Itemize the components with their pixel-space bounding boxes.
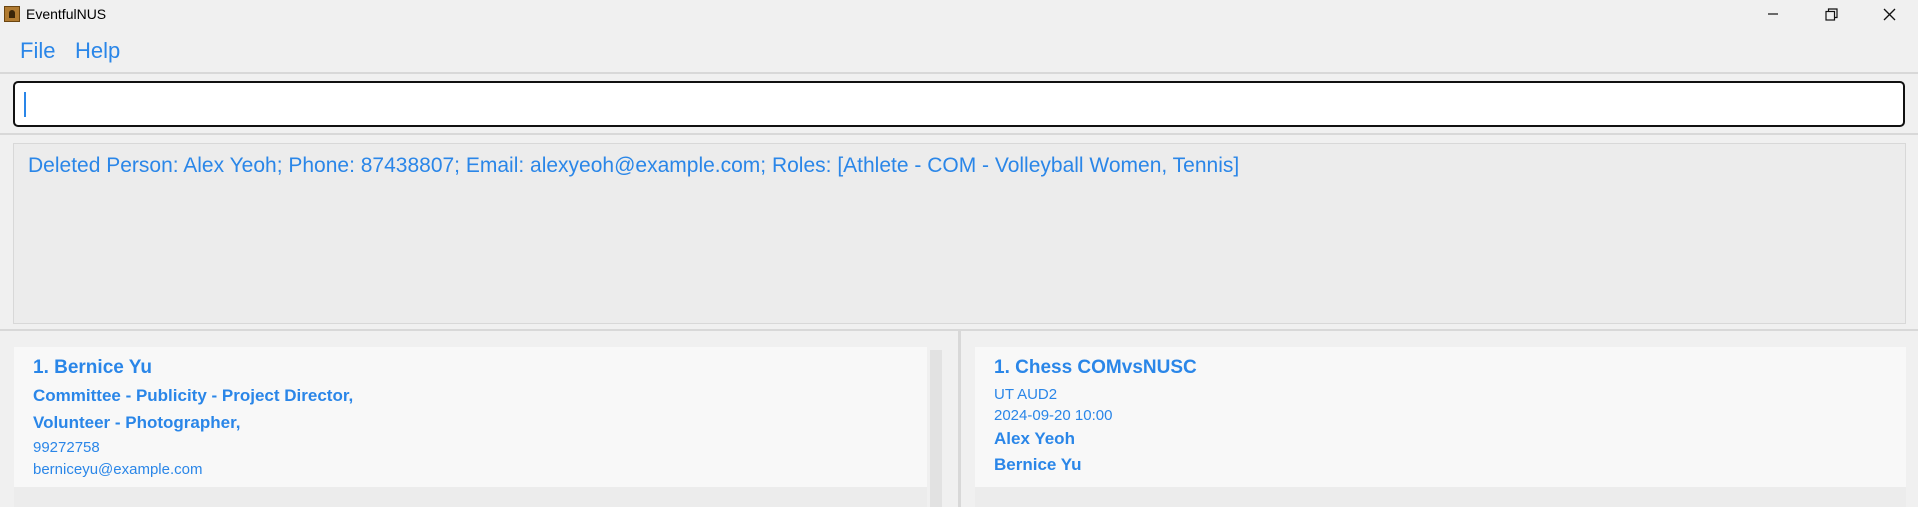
person-role: Committee - Publicity - Project Director…: [33, 386, 354, 405]
text-caret: [24, 92, 26, 117]
event-datetime: 2024-09-20 10:00: [994, 407, 1113, 424]
person-card[interactable]: 1. Bernice Yu Committee - Publicity - Pr…: [14, 347, 927, 507]
next-card-edge: [975, 487, 1906, 507]
restore-button[interactable]: [1802, 0, 1860, 28]
window-title: EventfulNUS: [26, 6, 107, 22]
result-message: Deleted Person: Alex Yeoh; Phone: 874388…: [28, 154, 1240, 177]
minimize-icon: [1768, 13, 1778, 15]
title-bar: EventfulNUS: [0, 0, 1918, 28]
event-card[interactable]: 1. Chess COMvsNUSC UT AUD2 2024-09-20 10…: [975, 347, 1906, 507]
event-participant: Bernice Yu: [994, 455, 1082, 474]
event-name: 1. Chess COMvsNUSC: [994, 357, 1197, 378]
event-list-panel: 1. Chess COMvsNUSC UT AUD2 2024-09-20 10…: [961, 333, 1918, 507]
restore-icon: [1824, 7, 1838, 21]
person-phone: 99272758: [33, 439, 100, 456]
app-icon: [4, 6, 20, 22]
separator: [0, 133, 1918, 135]
event-venue: UT AUD2: [994, 386, 1058, 403]
person-list-panel: 1. Bernice Yu Committee - Publicity - Pr…: [0, 333, 958, 507]
command-input[interactable]: [13, 81, 1905, 127]
result-display: Deleted Person: Alex Yeoh; Phone: 874388…: [13, 143, 1906, 324]
close-icon: [1883, 8, 1895, 20]
minimize-button[interactable]: [1744, 0, 1802, 28]
person-name: 1. Bernice Yu: [33, 357, 152, 378]
close-button[interactable]: [1860, 0, 1918, 28]
menu-bar: File Help: [0, 30, 1918, 70]
event-participant: Alex Yeoh: [994, 429, 1075, 448]
menu-help[interactable]: Help: [75, 38, 120, 64]
menu-file[interactable]: File: [20, 38, 55, 64]
person-list-scrollbar[interactable]: [930, 350, 942, 507]
next-card-edge: [14, 487, 927, 507]
person-email: berniceyu@example.com: [33, 461, 203, 478]
person-role: Volunteer - Photographer,: [33, 413, 241, 432]
separator: [0, 72, 1918, 74]
